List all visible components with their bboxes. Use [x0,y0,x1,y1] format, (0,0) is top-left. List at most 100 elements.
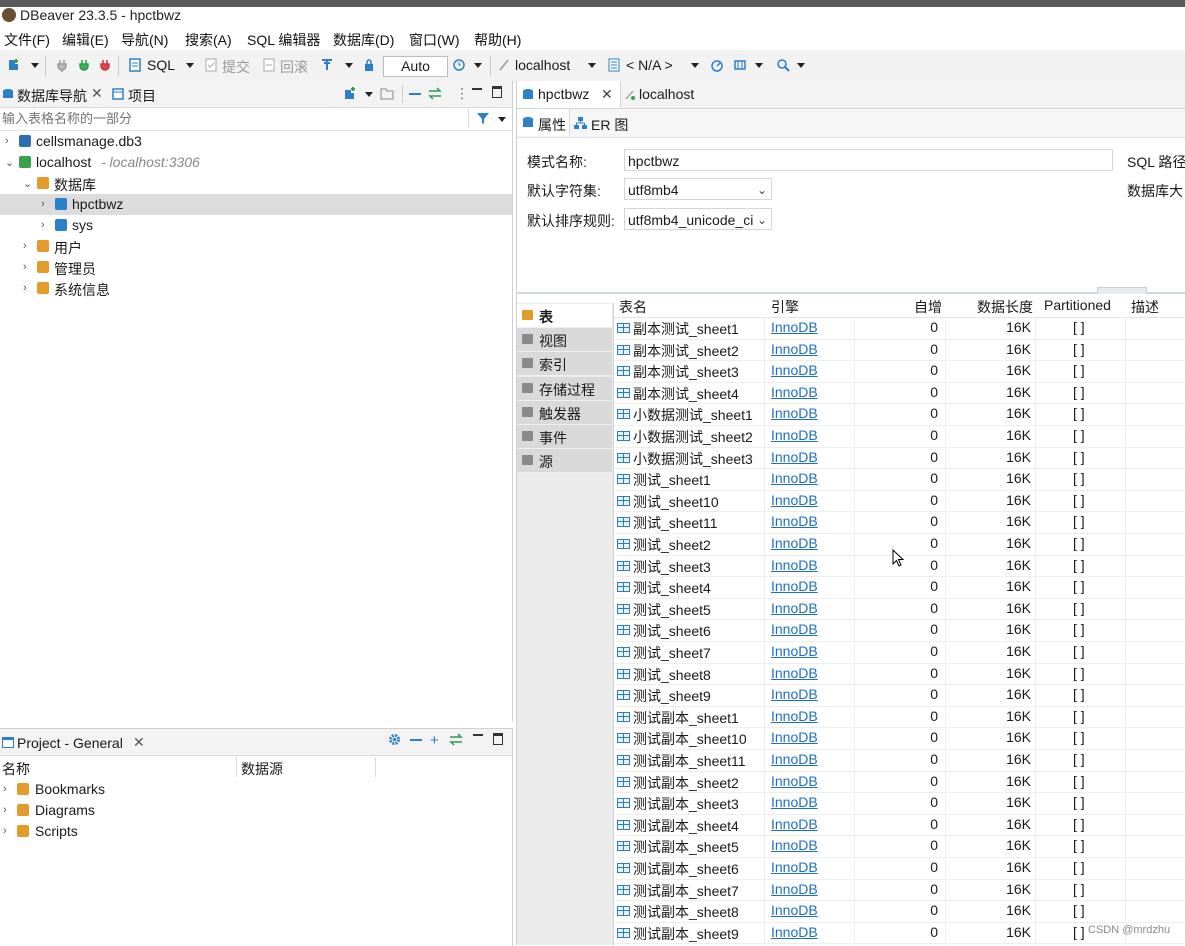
sash-divider[interactable] [517,292,1185,294]
sql-button-label[interactable]: SQL [147,57,175,73]
menu-window[interactable]: 窗口(W) [409,30,460,50]
cell-engine[interactable]: InnoDB [771,427,818,443]
table-row[interactable]: 测试副本_sheet5 InnoDB 0 16K [ ] [614,835,1185,858]
new-connection-dropdown-icon[interactable] [31,63,39,68]
cell-engine[interactable]: InnoDB [771,837,818,853]
view-menu-icon[interactable]: ⋮ [455,85,469,102]
history-dropdown-icon[interactable] [474,63,482,68]
tree-node[interactable]: › hpctbwz [0,194,512,215]
tab-database-navigator[interactable]: 数据库导航 [17,86,87,106]
menu-search[interactable]: 搜索(A) [185,30,232,50]
tab-projects[interactable]: 项目 [128,86,156,106]
column-header-engine[interactable]: 引擎 [771,297,799,317]
menu-sql-editor[interactable]: SQL 编辑器 [247,30,320,50]
cell-engine[interactable]: InnoDB [771,362,818,378]
editor-tab-hpctbwz[interactable]: hpctbwz ✕ [517,81,621,108]
commit-icon[interactable] [204,58,218,72]
collapsed-chevron-icon[interactable]: › [41,198,45,210]
cell-engine[interactable]: InnoDB [771,881,818,897]
side-tab-indexes[interactable]: 索引 [517,352,612,377]
expanded-chevron-icon[interactable]: ⌄ [5,156,14,169]
collapsed-chevron-icon[interactable]: › [5,135,9,147]
table-row[interactable]: 测试_sheet11 InnoDB 0 16K [ ] [614,511,1185,534]
menu-file[interactable]: 文件(F) [4,30,50,50]
table-row[interactable]: 测试_sheet7 InnoDB 0 16K [ ] [614,641,1185,664]
table-row[interactable]: 测试_sheet5 InnoDB 0 16K [ ] [614,598,1185,621]
cell-engine[interactable]: InnoDB [771,773,818,789]
table-name-filter-input[interactable] [0,109,469,128]
cell-engine[interactable]: InnoDB [771,341,818,357]
search-dropdown-icon[interactable] [797,63,805,68]
side-tab-triggers[interactable]: 触发器 [517,400,612,425]
collapse-all-icon[interactable] [409,93,421,95]
sql-dropdown-icon[interactable] [186,63,194,68]
cell-engine[interactable]: InnoDB [771,643,818,659]
new-connection-icon[interactable] [343,87,356,100]
tree-node[interactable]: › cellsmanage.db3 [0,131,512,152]
table-row[interactable]: 测试副本_sheet1 InnoDB 0 16K [ ] [614,706,1185,729]
side-tab-events[interactable]: 事件 [517,425,612,449]
table-row[interactable]: 测试副本_sheet7 InnoDB 0 16K [ ] [614,879,1185,902]
table-row[interactable]: 测试副本_sheet6 InnoDB 0 16K [ ] [614,857,1185,880]
datasource-dropdown-icon[interactable] [588,63,596,68]
side-tab-source[interactable]: 源 [517,449,612,474]
tree-node[interactable]: › 管理员 [0,257,512,278]
table-row[interactable]: 副本测试_sheet1 InnoDB 0 16K [ ] [614,317,1185,340]
reconnect-icon[interactable] [77,58,91,72]
expand-all-icon[interactable]: + [430,732,439,749]
minimize-icon[interactable] [473,734,483,736]
cell-engine[interactable]: InnoDB [771,816,818,832]
new-connection-dropdown-icon[interactable] [365,92,373,97]
sash-toggle-handle[interactable] [1097,287,1147,294]
new-folder-icon[interactable] [380,87,394,100]
cell-engine[interactable]: InnoDB [771,492,818,508]
collapsed-chevron-icon[interactable]: › [23,282,27,294]
cell-engine[interactable]: InnoDB [771,535,818,551]
subtab-properties[interactable]: 属性 [517,109,570,136]
column-header-name[interactable]: 名称 [2,759,30,779]
collapsed-chevron-icon[interactable]: › [41,219,45,231]
transaction-mode-dropdown-icon[interactable] [345,63,353,68]
table-row[interactable]: 测试副本_sheet8 InnoDB 0 16K [ ] [614,900,1185,923]
schema-icon[interactable] [607,58,621,72]
menu-navigate[interactable]: 导航(N) [121,30,168,50]
collapsed-chevron-icon[interactable]: › [3,804,7,816]
tools-icon[interactable] [733,58,747,72]
cell-engine[interactable]: InnoDB [771,751,818,767]
cell-engine[interactable]: InnoDB [771,686,818,702]
cell-engine[interactable]: InnoDB [771,470,818,486]
column-header-table-name[interactable]: 表名 [619,297,647,317]
table-row[interactable]: 副本测试_sheet3 InnoDB 0 16K [ ] [614,360,1185,383]
link-with-editor-icon[interactable] [449,733,463,746]
datasource-icon[interactable] [497,58,511,72]
default-collation-select[interactable]: utf8mb4_unicode_ci ⌄ [624,208,772,230]
search-icon[interactable] [776,58,790,72]
transaction-mode-icon[interactable] [320,58,334,72]
table-row[interactable]: 副本测试_sheet2 InnoDB 0 16K [ ] [614,339,1185,362]
column-header-data-length[interactable]: 数据长度 [977,297,1033,317]
close-icon[interactable]: ✕ [601,86,613,103]
default-charset-select[interactable]: utf8mb4 ⌄ [624,178,772,200]
collapse-all-icon[interactable] [410,739,422,741]
cell-engine[interactable]: InnoDB [771,319,818,335]
cell-engine[interactable]: InnoDB [771,578,818,594]
table-row[interactable]: 小数据测试_sheet3 InnoDB 0 16K [ ] [614,447,1185,470]
maximize-icon[interactable] [492,86,502,98]
maximize-icon[interactable] [493,733,503,745]
sql-editor-icon[interactable] [128,58,142,72]
editor-tab-localhost[interactable]: localhost [639,86,694,102]
lock-icon[interactable] [362,58,376,72]
cell-engine[interactable]: InnoDB [771,557,818,573]
filter-icon[interactable] [476,112,490,125]
cell-engine[interactable]: InnoDB [771,384,818,400]
menu-database[interactable]: 数据库(D) [333,30,394,50]
transaction-mode-field[interactable]: Auto [383,56,448,77]
side-tab-views[interactable]: 视图 [517,328,612,353]
cell-engine[interactable]: InnoDB [771,665,818,681]
history-icon[interactable] [452,58,466,72]
active-datasource-selector[interactable]: localhost [515,57,570,73]
table-row[interactable]: 测试副本_sheet3 InnoDB 0 16K [ ] [614,792,1185,815]
schema-name-field[interactable]: hpctbwz [624,149,1113,171]
close-icon[interactable]: ✕ [133,734,145,751]
tree-node[interactable]: › sys [0,215,512,236]
